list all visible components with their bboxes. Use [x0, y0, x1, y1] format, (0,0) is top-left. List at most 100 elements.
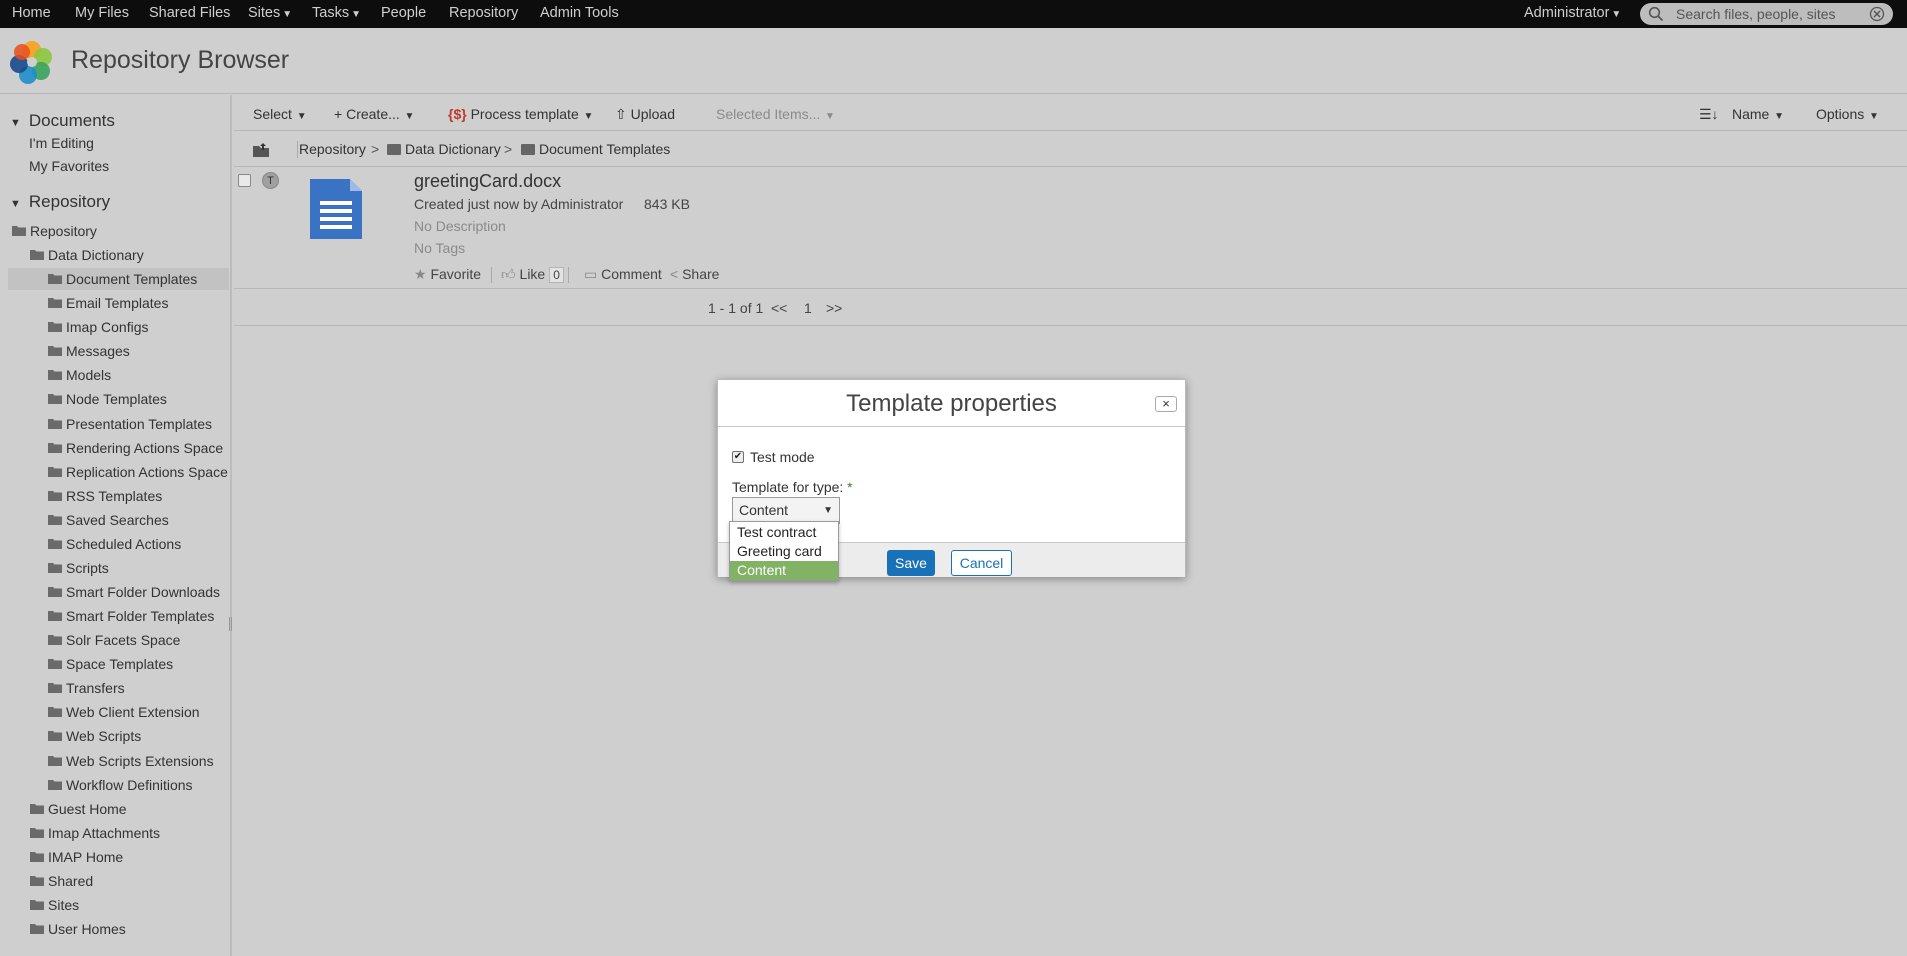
tree-item-space-templates[interactable]: Space Templates	[8, 653, 229, 675]
nav-people[interactable]: People	[381, 0, 426, 28]
tree-item-label: Web Client Extension	[66, 704, 200, 720]
previous-page-link[interactable]: <<	[771, 290, 787, 326]
close-icon[interactable]: ×	[1155, 396, 1177, 412]
tree-item-imap-configs[interactable]: Imap Configs	[8, 316, 229, 338]
nav-my-files[interactable]: My Files	[75, 0, 129, 28]
option-content[interactable]: Content	[730, 561, 838, 580]
tree-item-scheduled-actions[interactable]: Scheduled Actions	[8, 533, 229, 555]
tree-item-web-scripts-extensions[interactable]: Web Scripts Extensions	[8, 750, 229, 772]
sidebar-link-my-favorites[interactable]: My Favorites	[29, 158, 109, 174]
tree-item-guest-home[interactable]: Guest Home	[8, 798, 229, 820]
option-greeting-card[interactable]: Greeting card	[730, 542, 838, 561]
document-size: 843 KB	[644, 196, 690, 212]
select-menu[interactable]: Select ▼	[253, 97, 307, 131]
tree-item-user-homes[interactable]: User Homes	[8, 918, 229, 940]
tree-item-rendering-actions-space[interactable]: Rendering Actions Space	[8, 437, 229, 459]
tree-item-imap-home[interactable]: IMAP Home	[8, 846, 229, 868]
sidebar-link-im-editing[interactable]: I'm Editing	[29, 135, 94, 151]
clear-search-icon[interactable]	[1869, 6, 1885, 22]
nav-admin-tools[interactable]: Admin Tools	[540, 0, 619, 28]
sidebar-documents-heading[interactable]: ▼ Documents	[10, 111, 115, 131]
share-icon: <	[670, 266, 683, 282]
breadcrumb-data-dictionary[interactable]: Data Dictionary	[387, 132, 501, 167]
folder-icon	[30, 852, 44, 862]
tree-item-rss-templates[interactable]: RSS Templates	[8, 485, 229, 507]
tree-item-solr-facets-space[interactable]: Solr Facets Space	[8, 629, 229, 651]
selected-items-menu[interactable]: Selected Items... ▼	[716, 97, 835, 131]
tree-item-shared[interactable]: Shared	[8, 870, 229, 892]
options-menu[interactable]: Options ▼	[1816, 97, 1879, 131]
nav-home[interactable]: Home	[12, 0, 51, 28]
selected-items-label: Selected Items...	[716, 106, 821, 122]
nav-sites[interactable]: Sites ▼	[248, 0, 292, 28]
chevron-down-icon: ▼	[823, 505, 833, 516]
sidebar-repository-label: Repository	[28, 192, 111, 211]
document-select-checkbox[interactable]	[238, 174, 251, 187]
tree-item-scripts[interactable]: Scripts	[8, 557, 229, 579]
tree-item-data-dictionary[interactable]: Data Dictionary	[8, 244, 229, 266]
breadcrumb-separator: >	[371, 141, 380, 157]
sidebar-resize-handle[interactable]	[229, 617, 232, 631]
nav-shared-files[interactable]: Shared Files	[149, 0, 230, 28]
document-icon[interactable]	[308, 177, 364, 241]
tree-item-web-scripts[interactable]: Web Scripts	[8, 725, 229, 747]
nav-tasks[interactable]: Tasks ▼	[312, 0, 361, 28]
next-page-link[interactable]: >>	[826, 290, 842, 326]
plus-icon: +	[334, 106, 347, 122]
like-action[interactable]: 👍︎ Like 0	[501, 266, 564, 283]
upload-icon: ⇧	[615, 106, 631, 122]
search-box[interactable]: Search files, people, sites	[1640, 3, 1893, 25]
comment-action[interactable]: ▭ Comment	[584, 266, 662, 283]
option-test-contract[interactable]: Test contract	[730, 523, 838, 542]
tree-item-replication-actions-space[interactable]: Replication Actions Space	[8, 461, 229, 483]
sidebar-documents-label: Documents	[28, 111, 115, 130]
tree-item-saved-searches[interactable]: Saved Searches	[8, 509, 229, 531]
tree-item-presentation-templates[interactable]: Presentation Templates	[8, 413, 229, 435]
tree-item-models[interactable]: Models	[8, 364, 229, 386]
user-menu[interactable]: Administrator ▼	[1524, 0, 1621, 28]
tree-item-email-templates[interactable]: Email Templates	[8, 292, 229, 314]
tree-item-repository[interactable]: Repository	[8, 220, 229, 242]
star-icon: ★	[414, 266, 431, 282]
tree-item-node-templates[interactable]: Node Templates	[8, 388, 229, 410]
tree-item-imap-attachments[interactable]: Imap Attachments	[8, 822, 229, 844]
folder-icon	[48, 443, 62, 453]
tree-item-label: Presentation Templates	[66, 416, 213, 432]
sort-direction-icon[interactable]: ☰↓	[1699, 97, 1719, 131]
breadcrumb-data-dictionary-label: Data Dictionary	[405, 141, 501, 157]
upload-button[interactable]: ⇧ Upload	[615, 97, 675, 131]
required-marker: *	[847, 479, 853, 495]
search-input[interactable]: Search files, people, sites	[1676, 3, 1836, 25]
tree-item-workflow-definitions[interactable]: Workflow Definitions	[8, 774, 229, 796]
process-template-menu[interactable]: {$} Process template ▼	[448, 97, 593, 131]
sidebar-repository-heading[interactable]: ▼ Repository	[10, 192, 110, 212]
tree-item-smart-folder-templates[interactable]: Smart Folder Templates	[8, 605, 229, 627]
chevron-down-icon: ▼	[822, 111, 835, 122]
test-mode-checkbox[interactable]: ✔	[732, 451, 744, 463]
like-count: 0	[549, 267, 564, 283]
favorite-action[interactable]: ★ Favorite	[414, 266, 481, 283]
template-type-select[interactable]: Content ▼	[732, 497, 840, 524]
save-button[interactable]: Save	[887, 550, 935, 576]
tree-item-smart-folder-downloads[interactable]: Smart Folder Downloads	[8, 581, 229, 603]
tree-item-messages[interactable]: Messages	[8, 340, 229, 362]
breadcrumb-repository[interactable]: Repository	[299, 132, 366, 167]
tree-item-label: Repository	[30, 223, 97, 239]
nav-repository[interactable]: Repository	[449, 0, 518, 28]
pagination: 1 - 1 of 1 << 1 >>	[234, 290, 1907, 326]
tree-item-sites[interactable]: Sites	[8, 894, 229, 916]
tree-item-document-templates[interactable]: Document Templates	[8, 268, 229, 290]
tree-item-transfers[interactable]: Transfers	[8, 677, 229, 699]
sort-field-menu[interactable]: Name ▼	[1732, 97, 1784, 131]
page-number[interactable]: 1	[804, 290, 812, 326]
folder-icon	[48, 346, 62, 356]
share-action[interactable]: < Share	[670, 266, 719, 282]
create-menu[interactable]: + Create... ▼	[334, 97, 414, 131]
tree-item-web-client-extension[interactable]: Web Client Extension	[8, 701, 229, 723]
document-name-link[interactable]: greetingCard.docx	[414, 171, 561, 192]
breadcrumb-document-templates[interactable]: Document Templates	[521, 132, 670, 167]
chevron-down-icon: ▼	[1771, 111, 1785, 122]
folder-up-icon[interactable]	[252, 142, 270, 158]
cancel-button[interactable]: Cancel	[951, 550, 1012, 576]
tree-item-label: Models	[66, 367, 112, 383]
